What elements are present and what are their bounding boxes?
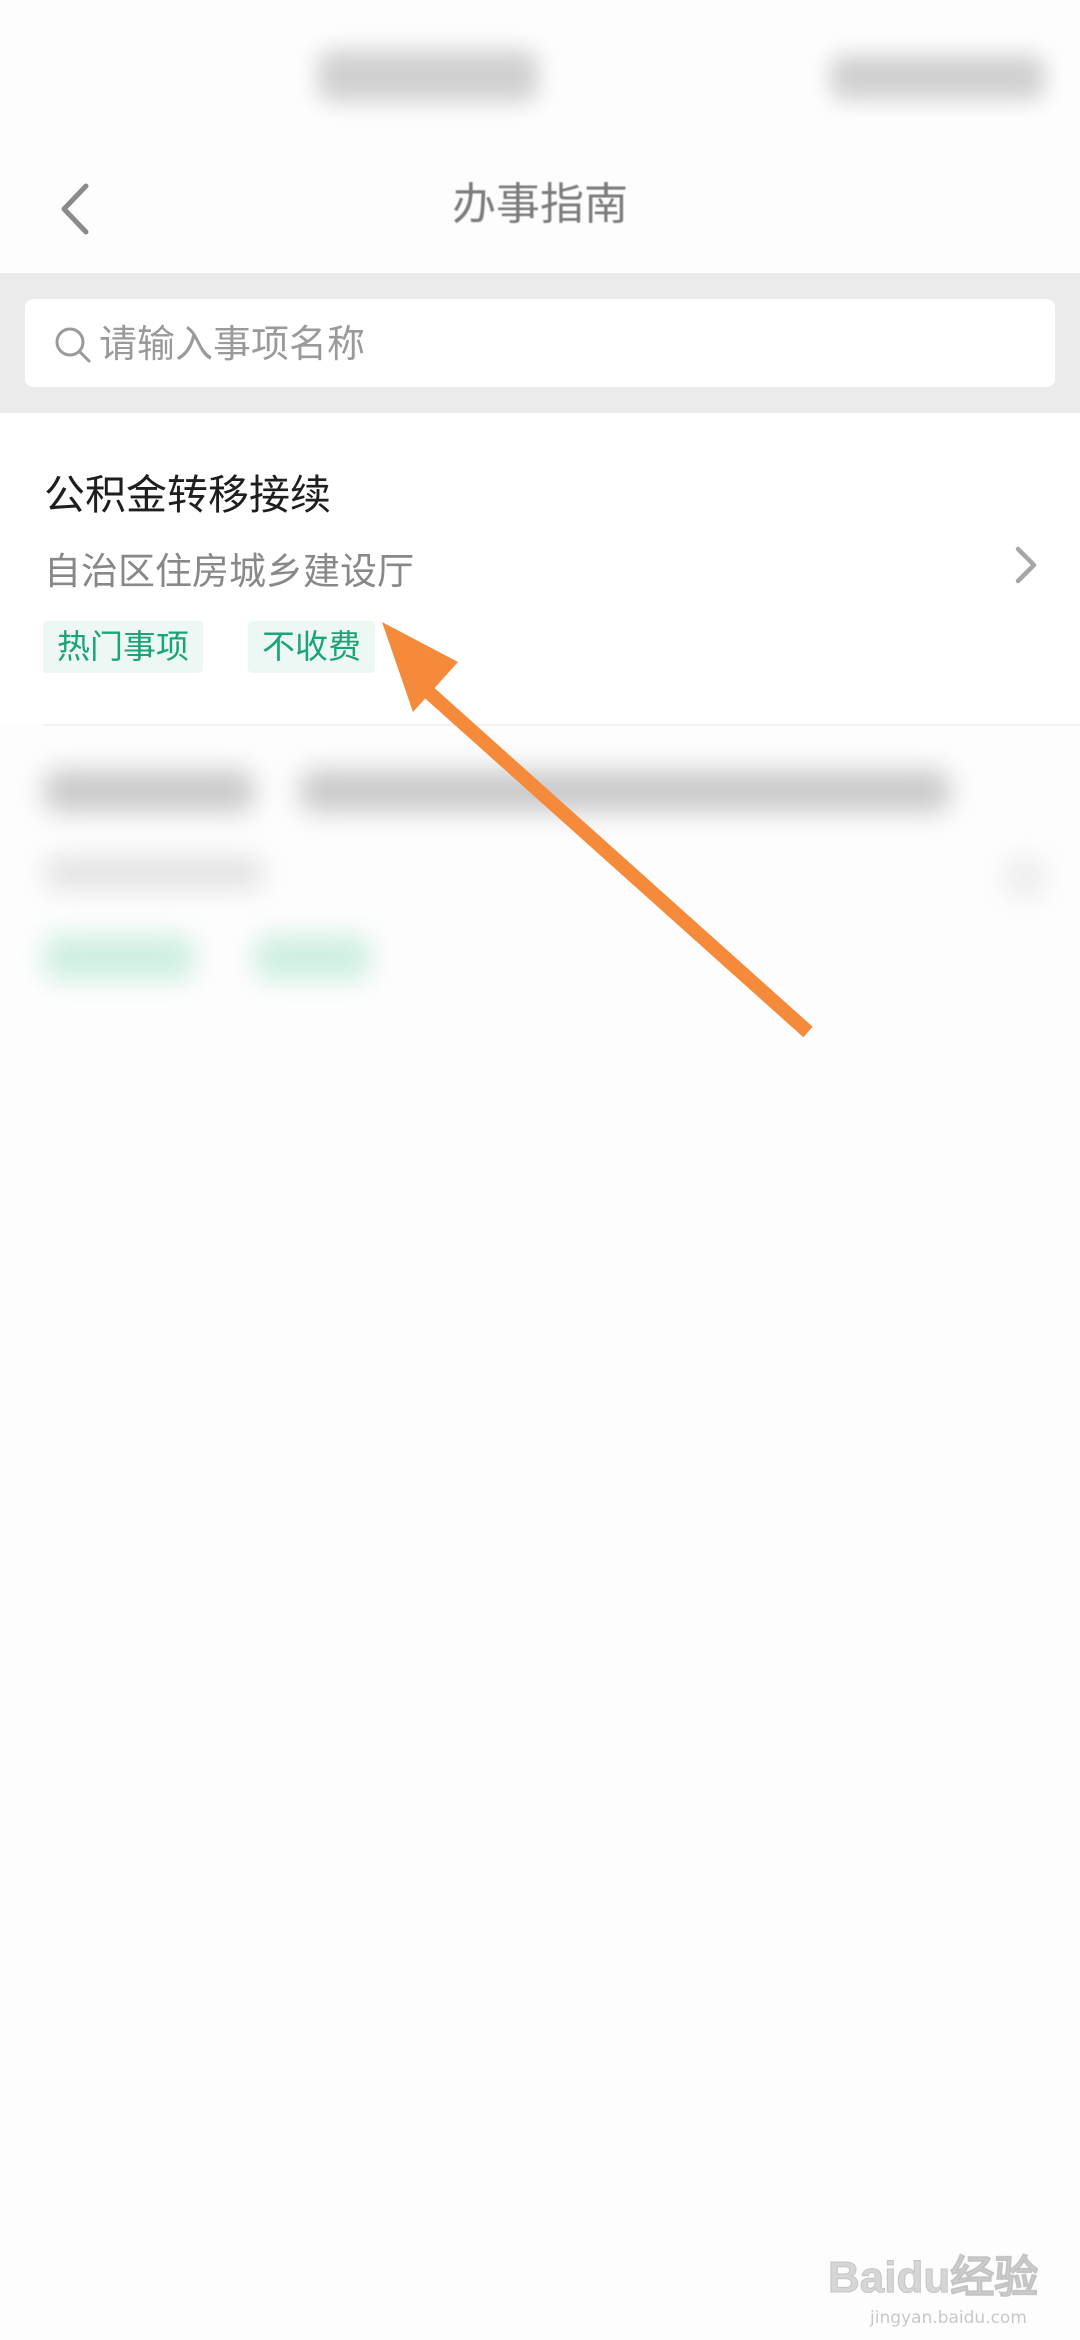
chevron-right-icon bbox=[1015, 546, 1037, 584]
blurred-title-left bbox=[44, 770, 254, 812]
search-icon bbox=[55, 327, 91, 363]
search-bar-container bbox=[0, 273, 1080, 413]
blurred-department bbox=[44, 857, 264, 889]
blurred-tag-2 bbox=[255, 935, 370, 980]
watermark-url: jingyan.baidu.com bbox=[870, 2308, 1027, 2328]
blurred-chevron bbox=[1005, 857, 1045, 897]
chevron-left-icon[interactable] bbox=[48, 174, 108, 244]
status-bar bbox=[0, 0, 1080, 150]
baidu-jingyan-watermark: Baidu经验 bbox=[828, 2253, 1038, 2303]
tag-hot-item: 热门事项 bbox=[43, 621, 203, 673]
tag-free: 不收费 bbox=[248, 621, 375, 673]
status-bar-right-blur bbox=[830, 55, 1045, 100]
status-bar-left-blur bbox=[318, 50, 538, 102]
search-input[interactable] bbox=[97, 299, 1021, 389]
list-item[interactable]: 公积金转移接续 自治区住房城乡建设厅 热门事项 不收费 bbox=[0, 413, 1080, 725]
blurred-title-right bbox=[300, 770, 950, 812]
divider bbox=[44, 724, 1080, 726]
item-department: 自治区住房城乡建设厅 bbox=[44, 550, 414, 593]
page-title: 办事指南 bbox=[452, 179, 628, 230]
nav-bar: 办事指南 bbox=[0, 150, 1080, 273]
search-box[interactable] bbox=[25, 299, 1055, 389]
blurred-tag-1 bbox=[44, 935, 194, 980]
svg-text:Baidu经验: Baidu经验 bbox=[828, 2253, 1038, 2302]
list-item-blurred bbox=[0, 735, 1080, 1035]
item-title: 公积金转移接续 bbox=[44, 471, 331, 519]
